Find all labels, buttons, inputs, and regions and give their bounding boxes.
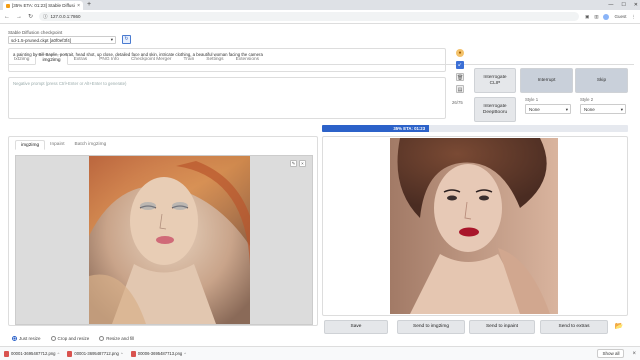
- chevron-down-icon: ▾: [620, 107, 623, 112]
- clear-icon[interactable]: 🗑: [456, 73, 464, 81]
- download-item[interactable]: 00001-3695487712.png ^: [67, 350, 123, 357]
- style2-value: None: [584, 107, 595, 112]
- forward-icon[interactable]: →: [16, 14, 22, 20]
- style2-select[interactable]: None ▾: [580, 104, 626, 114]
- sidebar-icon[interactable]: ▥: [594, 14, 598, 20]
- style2-label: Style 2: [580, 97, 594, 102]
- reload-icon[interactable]: ↻: [28, 13, 33, 20]
- file-icon: [130, 350, 136, 357]
- image-tools: ✎ ×: [290, 160, 306, 167]
- radio-label: Crop and resize: [57, 336, 90, 341]
- interrogate-deep-line2: DeepBooru: [482, 109, 508, 115]
- minimize-icon[interactable]: —: [608, 0, 613, 10]
- favicon-icon: [6, 3, 10, 8]
- skip-button[interactable]: Skip: [575, 68, 628, 93]
- input-image: [89, 156, 250, 324]
- progress-text: 35% ETA: 01:23: [393, 126, 426, 131]
- interrogate-deep-line1: Interrogate: [483, 103, 507, 109]
- resize-mode-group: Just resize Crop and resize Resize and f…: [12, 336, 134, 341]
- browser-actions: ▣ ▥ Guest ⋮: [585, 13, 637, 20]
- chevron-up-icon[interactable]: ^: [57, 351, 59, 356]
- checkpoint-value: sd-1.5-pruned.ckpt [a0f0ef3f4]: [11, 38, 72, 43]
- subtab-inpaint[interactable]: Inpaint: [45, 140, 69, 150]
- browser-tab[interactable]: [35% ETA: 01:23] Stable Diffusion ×: [3, 1, 83, 10]
- send-to-img2img-button[interactable]: Send to img2img: [397, 320, 465, 334]
- radio-dot: [99, 336, 105, 341]
- save-button[interactable]: Save: [324, 320, 388, 334]
- show-all-button[interactable]: Show all: [597, 349, 625, 358]
- radio-label: Just resize: [19, 336, 41, 341]
- window-controls: — ☐ ✕: [608, 0, 638, 10]
- download-filename: 00006-3695487713.png: [137, 351, 183, 356]
- address-bar: ← → ↻ ⓘ 127.0.0.1:7860 ▣ ▥ Guest ⋮: [0, 10, 640, 24]
- send-to-extras-button[interactable]: Send to extras: [540, 320, 608, 334]
- close-shelf-icon[interactable]: ×: [632, 351, 636, 357]
- folder-icon[interactable]: 📂: [612, 320, 626, 334]
- download-item[interactable]: 00006-3695487713.png ^: [130, 350, 186, 357]
- radio-crop-resize[interactable]: Crop and resize: [50, 336, 90, 341]
- maximize-icon[interactable]: ☐: [621, 0, 625, 10]
- style-apply-icon[interactable]: ▤: [456, 85, 464, 93]
- radio-label: Resize and fill: [106, 336, 135, 341]
- input-panel: img2img Inpaint Batch img2img ✎ ×: [8, 136, 318, 326]
- output-gallery: [322, 136, 628, 316]
- radio-dot: [12, 336, 17, 341]
- prompt-input[interactable]: a painting by Bill Baplin, portrait, hea…: [8, 48, 446, 72]
- interrogate-clip-line2: CLIP: [489, 80, 501, 86]
- chevron-up-icon[interactable]: ^: [121, 351, 123, 356]
- close-tab-icon[interactable]: ×: [77, 3, 80, 9]
- radio-resize-fill[interactable]: Resize and fill: [99, 336, 134, 341]
- send-to-inpaint-button[interactable]: Send to inpaint: [469, 320, 535, 334]
- radio-just-resize[interactable]: Just resize: [12, 336, 41, 341]
- close-icon[interactable]: ×: [299, 160, 306, 167]
- edit-icon[interactable]: ✎: [290, 160, 297, 167]
- download-filename: 00001-3695487712.png: [74, 351, 119, 356]
- chevron-down-icon: ▾: [110, 37, 113, 42]
- url-field[interactable]: ⓘ 127.0.0.1:7860: [39, 12, 579, 21]
- download-filename: 00001-3695487712.png: [11, 351, 56, 356]
- browser-tabbar: [35% ETA: 01:23] Stable Diffusion × + — …: [0, 0, 640, 10]
- negative-prompt-input[interactable]: Negative prompt (press Ctrl+Enter or Alt…: [8, 77, 446, 119]
- prompt-tools: ● ↙ 🗑 ▤: [454, 49, 466, 93]
- chevron-up-icon[interactable]: ^: [184, 351, 186, 356]
- chevron-down-icon: ▾: [565, 107, 568, 112]
- interrupt-button[interactable]: Interrupt: [520, 68, 573, 93]
- input-image-area[interactable]: ✎ ×: [15, 155, 313, 325]
- style1-select[interactable]: None ▾: [525, 104, 571, 114]
- sub-tabs: img2img Inpaint Batch img2img: [15, 140, 111, 150]
- interrogate-clip-line1: Interrogate: [483, 74, 507, 80]
- file-icon: [67, 350, 73, 357]
- style1-value: None: [529, 107, 540, 112]
- extra-networks-icon[interactable]: ●: [456, 49, 464, 57]
- token-counter: 26/75: [452, 100, 463, 105]
- profile-label: Guest: [614, 14, 627, 19]
- progress-bar: 35% ETA: 01:23: [322, 125, 628, 132]
- checkpoint-select[interactable]: sd-1.5-pruned.ckpt [a0f0ef3f4] ▾: [8, 36, 116, 44]
- style1-label: Style 1: [525, 97, 539, 102]
- refresh-checkpoint-button[interactable]: ↻: [122, 35, 131, 44]
- checkpoint-label: Stable Diffusion checkpoint: [8, 30, 63, 35]
- interrogate-deepbooru-button[interactable]: Interrogate DeepBooru: [474, 97, 516, 122]
- info-icon[interactable]: ⓘ: [43, 14, 48, 20]
- browser-tab-title: [35% ETA: 01:23] Stable Diffusion: [12, 3, 76, 8]
- radio-dot: [50, 336, 56, 341]
- url-text: 127.0.0.1:7860: [50, 14, 81, 19]
- menu-icon[interactable]: ⋮: [632, 14, 637, 20]
- subtab-batch[interactable]: Batch img2img: [70, 140, 112, 150]
- profile-avatar[interactable]: [603, 13, 610, 20]
- file-icon: [4, 350, 9, 357]
- tab-search-icon[interactable]: ▣: [585, 14, 589, 20]
- output-image[interactable]: [390, 138, 558, 314]
- close-window-icon[interactable]: ✕: [634, 0, 638, 10]
- interrogate-clip-button[interactable]: Interrogate CLIP: [474, 68, 516, 93]
- paste-icon[interactable]: ↙: [456, 61, 464, 69]
- download-shelf: 00001-3695487712.png ^ 00001-3695487712.p…: [0, 346, 640, 360]
- new-tab-button[interactable]: +: [87, 1, 91, 9]
- subtab-img2img[interactable]: img2img: [15, 140, 46, 150]
- progress-fill: 35% ETA: 01:23: [322, 125, 430, 132]
- download-item[interactable]: 00001-3695487712.png ^: [4, 350, 59, 357]
- back-icon[interactable]: ←: [4, 14, 10, 20]
